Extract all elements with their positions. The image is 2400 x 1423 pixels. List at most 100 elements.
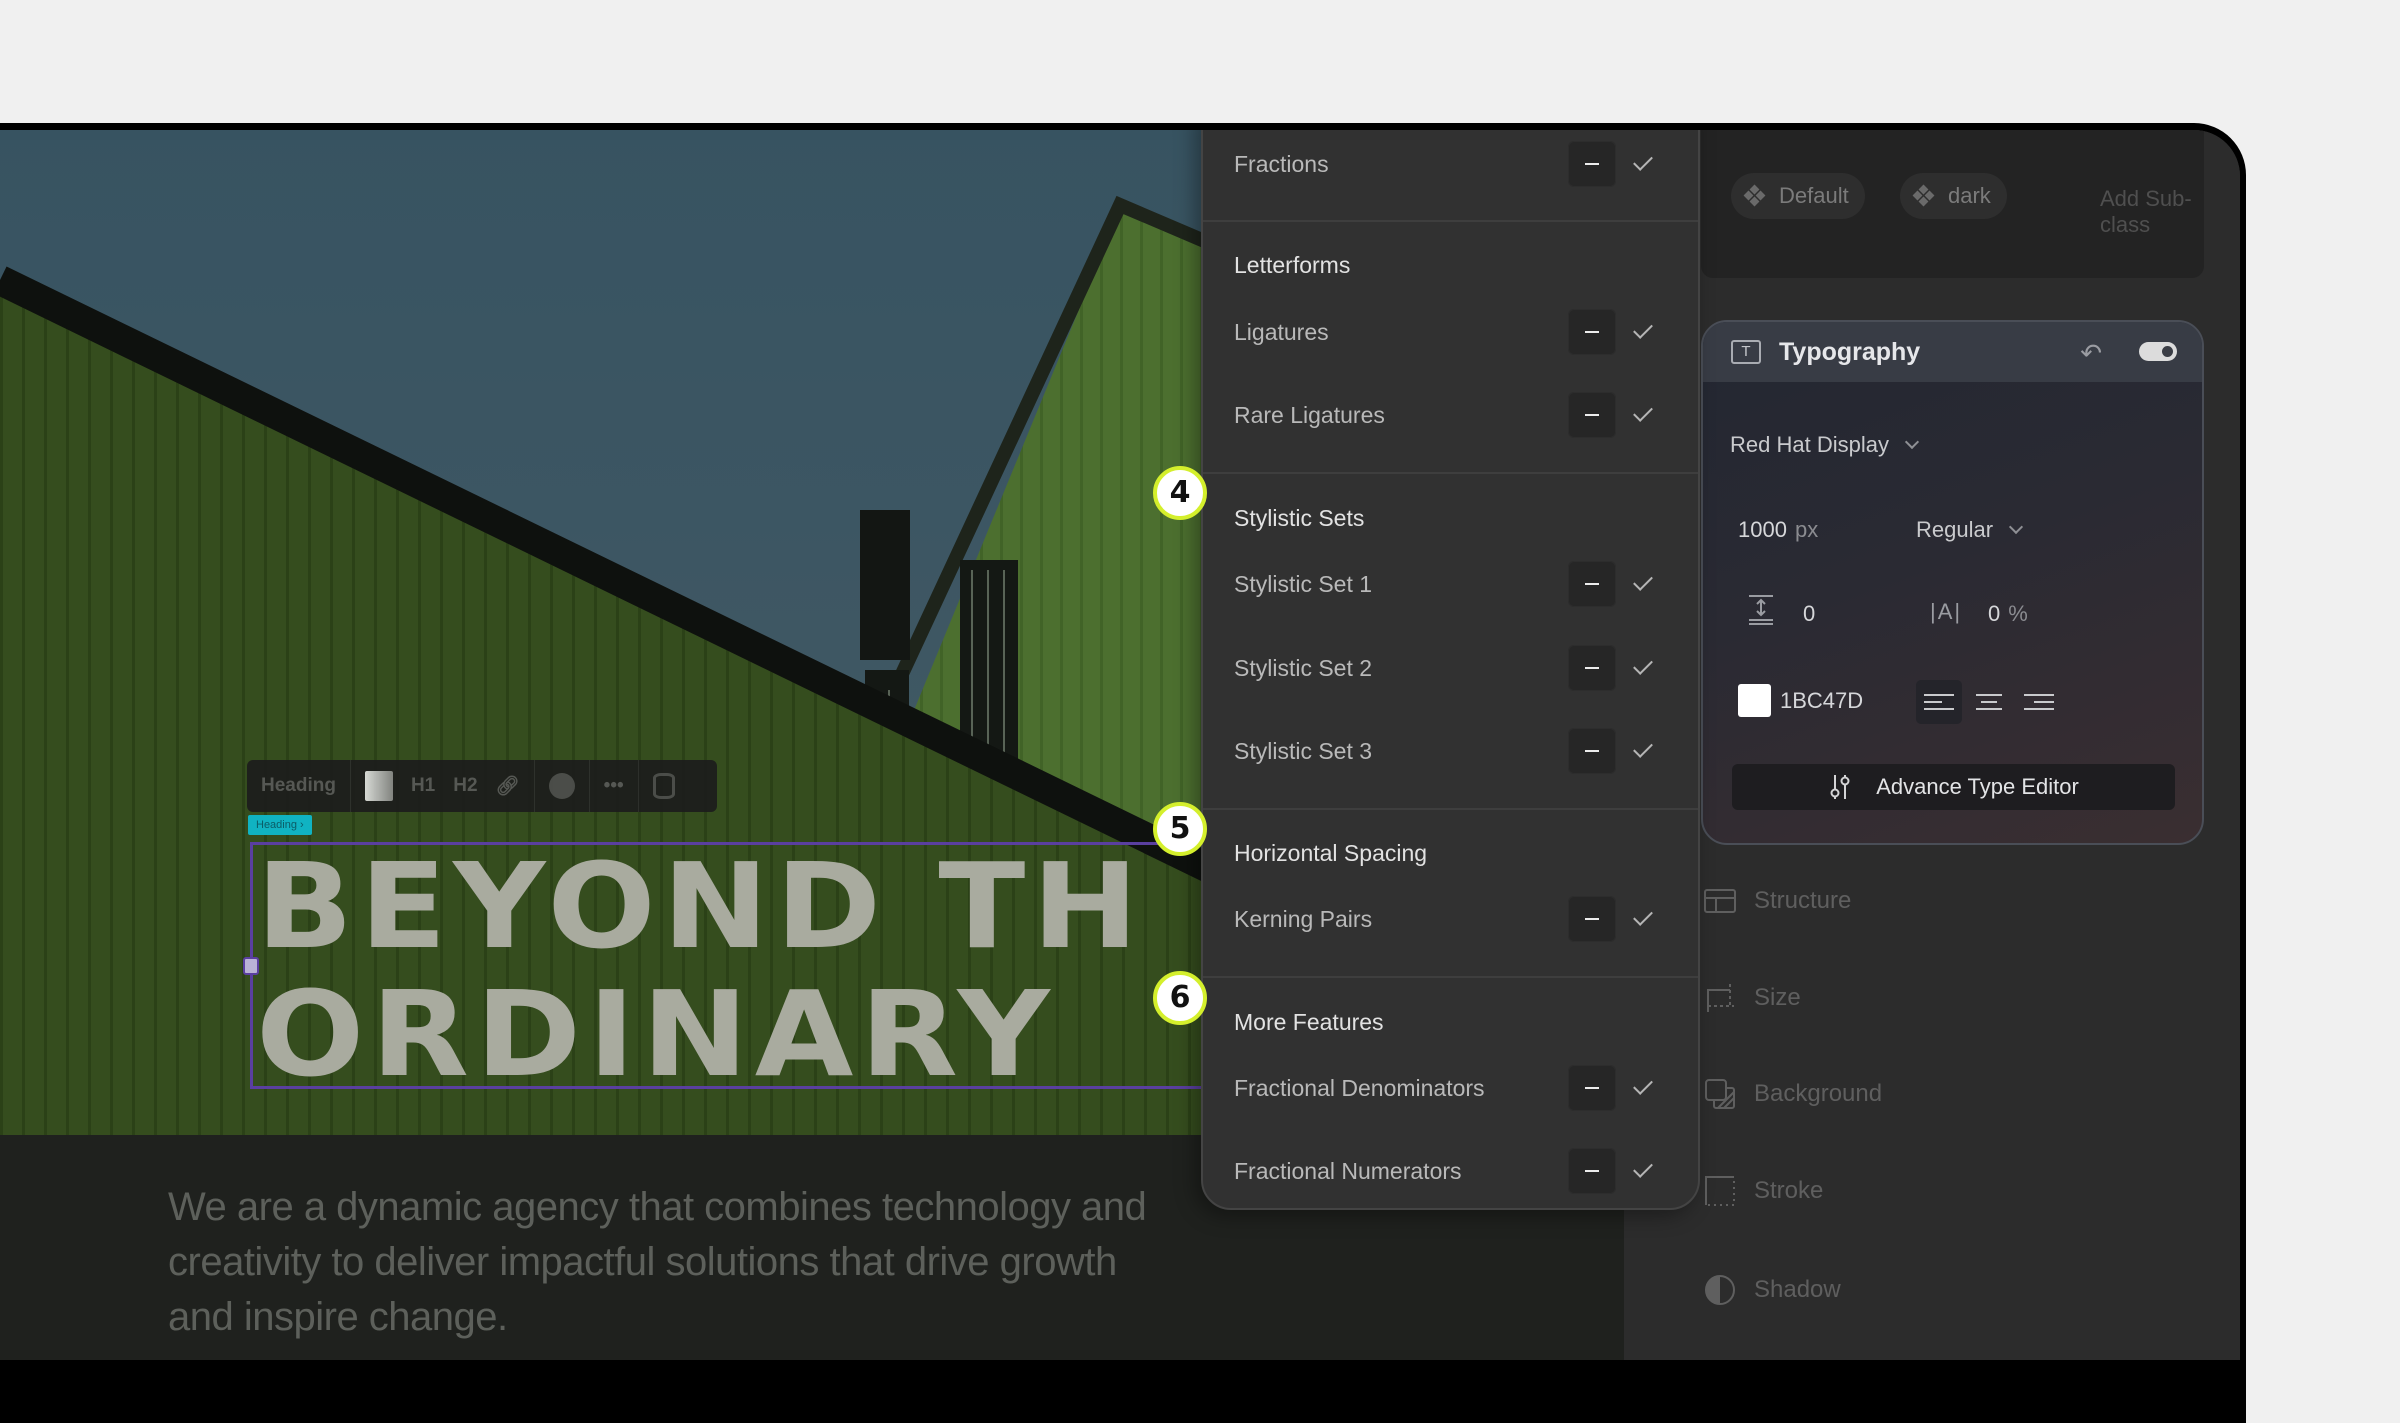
group-title-more-features: More Features [1234, 1009, 1384, 1035]
component-icon [1912, 184, 1935, 207]
feature-off-button[interactable] [1568, 1065, 1616, 1111]
feature-label: Stylistic Set 2 [1234, 654, 1373, 681]
section-structure[interactable]: Structure [1704, 885, 1851, 917]
advance-type-editor-button[interactable]: Advance Type Editor [1732, 764, 2175, 810]
feature-row-ligatures: Ligatures [1234, 308, 1664, 356]
feature-on-check[interactable] [1630, 741, 1664, 761]
h2-button[interactable]: H2 [453, 775, 477, 797]
group-divider [1203, 808, 1698, 810]
feature-off-button[interactable] [1568, 141, 1616, 187]
align-right-button[interactable] [2016, 680, 2062, 724]
feature-off-button[interactable] [1568, 645, 1616, 691]
feature-row-fractional-denominators: Fractional Denominators [1234, 1064, 1664, 1112]
line-height-input[interactable]: 0 [1803, 601, 1815, 627]
sliders-icon [1830, 775, 1850, 799]
app-screen: We are a dynamic agency that combines te… [0, 130, 2240, 1360]
font-size-value: 1000 [1738, 517, 1787, 542]
feature-on-check[interactable] [1630, 574, 1664, 594]
chevron-down-icon [2008, 519, 2024, 535]
feature-on-check[interactable] [1630, 322, 1664, 342]
globe-icon[interactable] [548, 773, 575, 799]
database-icon[interactable] [652, 773, 675, 799]
section-shadow[interactable]: Shadow [1704, 1274, 1841, 1306]
typography-card: T Typography ↶ Red Hat Display 1000 px Re… [1701, 320, 2204, 845]
text-color-hex[interactable]: 1BC47D [1780, 688, 1863, 714]
selection-tag[interactable]: Heading › [248, 815, 312, 835]
typography-header[interactable]: T Typography ↶ [1703, 322, 2202, 382]
callout-badge-6: 6 [1153, 971, 1207, 1025]
text-align-group [1916, 680, 2062, 724]
reset-icon[interactable]: ↶ [2080, 338, 2102, 369]
feature-label: Fractional Denominators [1234, 1074, 1485, 1101]
font-size-input[interactable]: 1000 px [1738, 517, 1818, 543]
font-family-select[interactable]: Red Hat Display [1730, 432, 1920, 458]
add-subclass-button[interactable]: Add Sub-class [2100, 186, 2204, 238]
feature-label: Rare Ligatures [1234, 401, 1385, 428]
color-swatch-icon[interactable] [364, 771, 393, 801]
feature-on-check[interactable] [1630, 1161, 1664, 1181]
feature-label: Stylistic Set 1 [1234, 570, 1373, 597]
callout-badge-5: 5 [1153, 802, 1207, 856]
feature-off-button[interactable] [1568, 728, 1616, 774]
feature-label: Stylistic Set 3 [1234, 737, 1373, 764]
feature-on-check[interactable] [1630, 154, 1664, 174]
feature-row-stylistic-set-3: Stylistic Set 3 [1234, 727, 1664, 775]
element-type-text: Heading [261, 775, 336, 796]
letter-spacing-unit: % [2008, 601, 2028, 626]
resize-icon [1707, 984, 1734, 1012]
section-label: Background [1754, 1080, 1883, 1107]
feature-on-check[interactable] [1630, 658, 1664, 678]
section-size[interactable]: Size [1704, 982, 1801, 1014]
align-center-button[interactable] [1966, 680, 2012, 724]
feature-off-button[interactable] [1568, 896, 1616, 942]
feature-row-rare-ligatures: Rare Ligatures [1234, 391, 1664, 439]
font-size-unit: px [1794, 517, 1819, 542]
letter-spacing-value: 0 [1988, 601, 2001, 626]
feature-on-check[interactable] [1630, 1078, 1664, 1098]
database-segment [639, 760, 689, 812]
shadow-icon [1705, 1275, 1735, 1305]
chip-label: Default [1779, 183, 1849, 208]
group-title-stylistic-sets: Stylistic Sets [1234, 505, 1365, 531]
section-background[interactable]: Background [1704, 1078, 1882, 1110]
stroke-icon [1705, 1176, 1735, 1206]
feature-off-button[interactable] [1568, 561, 1616, 607]
subclass-chip-dark[interactable]: dark [1900, 173, 2007, 219]
group-divider [1203, 976, 1698, 978]
feature-label: Fractional Numerators [1234, 1157, 1462, 1184]
layout-icon [1704, 889, 1736, 913]
feature-row-fractional-numerators: Fractional Numerators [1234, 1147, 1664, 1195]
resize-handle[interactable] [243, 957, 259, 975]
font-weight-value: Regular [1916, 517, 1994, 542]
background-icon [1705, 1079, 1735, 1109]
feature-on-check[interactable] [1630, 909, 1664, 929]
feature-off-button[interactable] [1568, 1148, 1616, 1194]
text-color-swatch[interactable] [1738, 684, 1771, 717]
more-options-icon[interactable]: ••• [604, 775, 624, 797]
typography-toggle[interactable] [2139, 342, 2177, 361]
properties-panel: Default dark Add Sub-class T Typography … [1624, 130, 2240, 1360]
section-label: Shadow [1754, 1276, 1841, 1303]
feature-row-stylistic-set-1: Stylistic Set 1 [1234, 560, 1664, 608]
h1-button[interactable]: H1 [411, 775, 435, 797]
font-features-dropdown: Fractions Letterforms Ligatures Rare Lig… [1201, 130, 1700, 1210]
chevron-down-icon [1904, 434, 1920, 450]
typography-title: Typography [1779, 337, 1921, 366]
subclass-bar: Default dark Add Sub-class [1701, 130, 2204, 278]
link-icon[interactable]: 🔗︎ [496, 774, 520, 798]
subclass-chip-default[interactable]: Default [1731, 173, 1865, 219]
chip-label: dark [1948, 183, 1991, 208]
font-weight-select[interactable]: Regular [1916, 517, 2024, 543]
body-paragraph[interactable]: We are a dynamic agency that combines te… [168, 1180, 1148, 1345]
feature-row-kerning-pairs: Kerning Pairs [1234, 895, 1664, 943]
element-toolbar: Heading H1 H2 🔗︎ ••• [247, 760, 717, 812]
group-title-horizontal-spacing: Horizontal Spacing [1234, 840, 1428, 866]
feature-off-button[interactable] [1568, 309, 1616, 355]
feature-label: Fractions [1234, 150, 1329, 177]
letter-spacing-input[interactable]: 0% [1988, 601, 2028, 627]
feature-off-button[interactable] [1568, 392, 1616, 438]
section-stroke[interactable]: Stroke [1704, 1175, 1823, 1207]
component-icon [1743, 184, 1766, 207]
feature-on-check[interactable] [1630, 405, 1664, 425]
align-left-button[interactable] [1916, 680, 1962, 724]
